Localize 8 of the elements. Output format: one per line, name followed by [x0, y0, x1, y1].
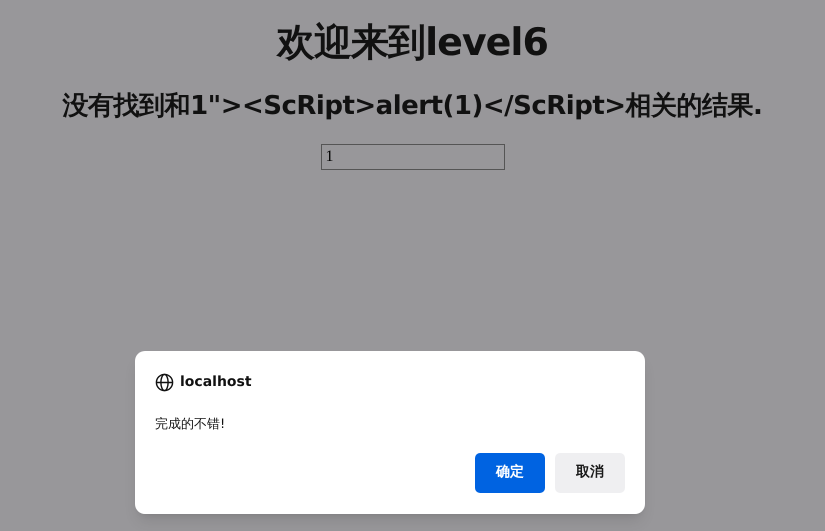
result-message: 没有找到和1"><ScRipt>alert(1)</ScRipt>相关的结果. [62, 90, 762, 123]
dialog-message: 完成的不错! [154, 416, 226, 434]
globe-icon [155, 373, 174, 392]
search-field[interactable]: 1 [320, 144, 504, 170]
page-title: 欢迎来到level6 [277, 19, 548, 66]
cancel-button[interactable]: 取消 [555, 452, 625, 492]
dialog-origin: localhost [180, 373, 252, 392]
confirm-button[interactable]: 确定 [475, 452, 545, 492]
